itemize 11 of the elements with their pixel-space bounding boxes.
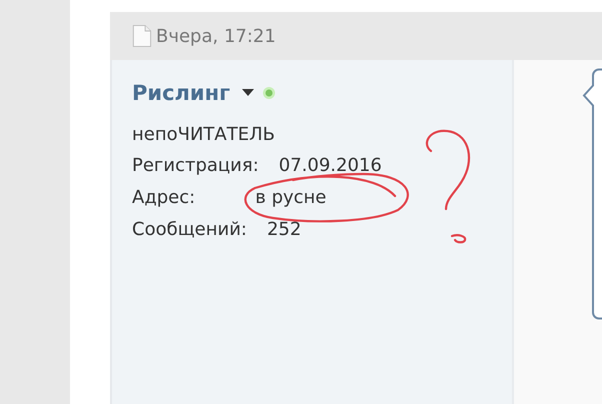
field-label: Адрес: (132, 186, 196, 210)
field-value: 252 (266, 218, 302, 242)
username-link[interactable]: Рислинг (132, 81, 230, 105)
field-value: 07.09.2016 (278, 154, 382, 178)
field-label: Сообщений: (132, 218, 247, 242)
document-icon (132, 24, 152, 48)
user-title: непоЧИТАТЕЛЬ (132, 123, 276, 147)
field-label: Регистрация: (132, 154, 259, 178)
caret-icon[interactable] (242, 89, 254, 97)
field-value: в русне (255, 186, 326, 210)
post-date: Вчера, 17:21 (156, 26, 276, 46)
